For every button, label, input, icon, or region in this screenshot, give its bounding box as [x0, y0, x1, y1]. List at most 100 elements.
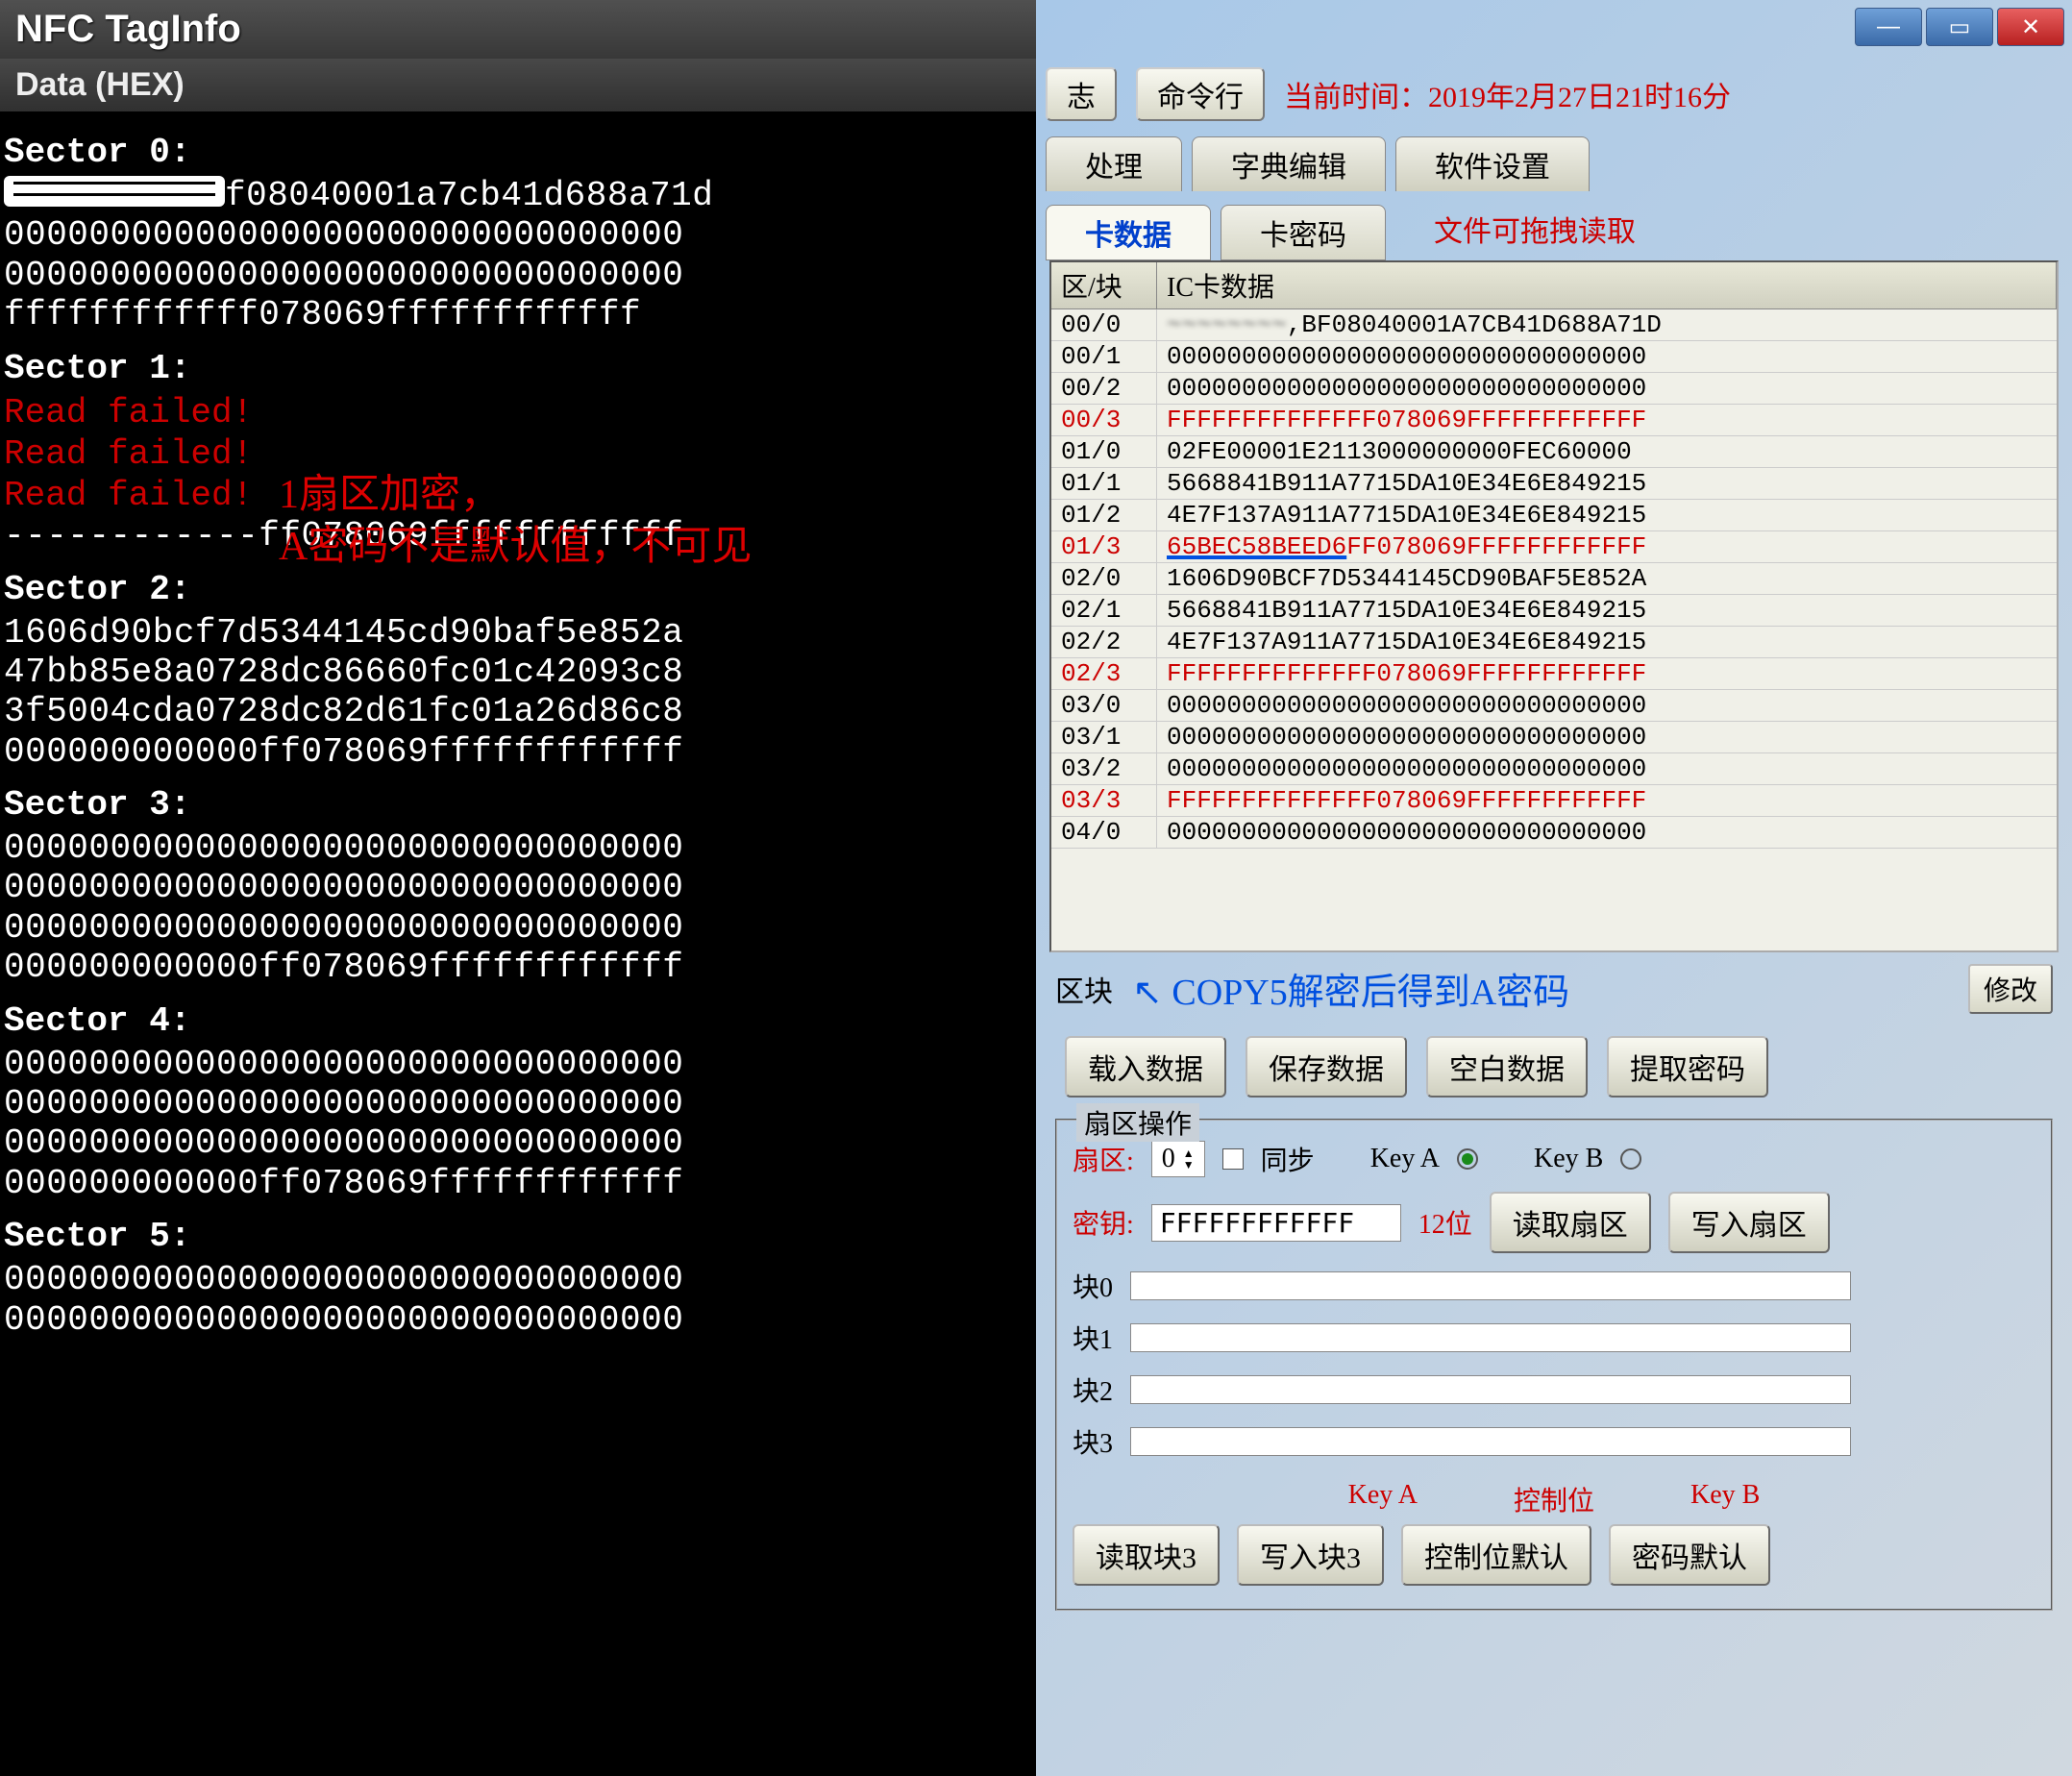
key-input[interactable]: FFFFFFFFFFFF — [1151, 1204, 1401, 1242]
write-block3-button[interactable]: 写入块3 — [1237, 1524, 1384, 1586]
hex-line: ffffffffffff078069ffffffffffff — [4, 295, 1032, 334]
tab-dictionary-edit[interactable]: 字典编辑 — [1192, 136, 1386, 191]
hex-line: 00000000000000000000000000000000 — [4, 1300, 1032, 1340]
extract-password-button[interactable]: 提取密码 — [1607, 1036, 1768, 1098]
sector-label: Sector 5: — [4, 1217, 1032, 1256]
table-row[interactable]: 02/15668841B911A7715DA10E34E6E849215 — [1051, 595, 2057, 627]
save-data-button[interactable]: 保存数据 — [1246, 1036, 1407, 1098]
drag-hint: 文件可拖拽读取 — [1434, 208, 1636, 250]
sector-label: 扇区: — [1073, 1140, 1134, 1178]
keya-sublabel: Key A — [1348, 1480, 1418, 1518]
col-ic-data: IC卡数据 — [1157, 262, 2057, 308]
block-label: 区块 — [1055, 968, 1113, 1010]
sector-operations-group: 扇区操作 扇区: 0 ▲▼ 同步 Key A Key B 密钥: FFFFFFF… — [1055, 1119, 2053, 1611]
table-row[interactable]: 02/3FFFFFFFFFFFFFF078069FFFFFFFFFFFF — [1051, 658, 2057, 690]
tab-process[interactable]: 处理 — [1046, 136, 1182, 191]
modify-button[interactable]: 修改 — [1968, 964, 2053, 1014]
table-row[interactable]: 03/3FFFFFFFFFFFFFF078069FFFFFFFFFFFF — [1051, 785, 2057, 817]
table-row[interactable]: 00/3FFFFFFFFFFFFFF078069FFFFFFFFFFFF — [1051, 405, 2057, 436]
ctrl-default-button[interactable]: 控制位默认 — [1401, 1524, 1591, 1586]
sector-spinner[interactable]: 0 ▲▼ — [1151, 1141, 1205, 1177]
hex-line: 00000000000000000000000000000000 — [4, 908, 1032, 948]
hex-line: 1606d90bcf7d5344145cd90baf5e852a — [4, 613, 1032, 653]
table-row[interactable]: 03/000000000000000000000000000000000 — [1051, 690, 2057, 722]
hex-line: 00000000000000000000000000000000 — [4, 868, 1032, 907]
keyb-sublabel: Key B — [1690, 1480, 1760, 1518]
hex-line: 00000000000000000000000000000000 — [4, 256, 1032, 295]
commandline-button[interactable]: 命令行 — [1136, 67, 1265, 121]
subtab-card-data[interactable]: 卡数据 — [1046, 205, 1211, 260]
card-data-table: 区/块 IC卡数据 00/0~~~~~~~~,BF08040001A7CB41D… — [1049, 260, 2059, 952]
table-row[interactable]: 01/365BEC58BEED6FF078069FFFFFFFFFFFF — [1051, 531, 2057, 563]
nfc-taginfo-panel: NFC TagInfo Data (HEX) Sector 0: f0804000… — [0, 0, 1036, 1776]
key-b-radio[interactable] — [1620, 1148, 1641, 1170]
sync-checkbox[interactable] — [1222, 1148, 1244, 1170]
hex-line: 00000000000000000000000000000000 — [4, 828, 1032, 868]
hex-line: 000000000000ff078069ffffffffffff — [4, 1164, 1032, 1203]
read-sector-button[interactable]: 读取扇区 — [1490, 1192, 1651, 1253]
sync-label: 同步 — [1261, 1140, 1315, 1178]
table-row[interactable]: 00/100000000000000000000000000000000 — [1051, 341, 2057, 373]
data-hex-header: Data (HEX) — [0, 59, 1036, 111]
block0-label: 块0 — [1073, 1267, 1113, 1305]
app-title: NFC TagInfo — [0, 0, 1036, 59]
hex-line: 00000000000000000000000000000000 — [4, 1084, 1032, 1123]
block3-field[interactable] — [1130, 1427, 1851, 1456]
sector-label: Sector 0: — [4, 133, 1032, 172]
table-row[interactable]: 00/0~~~~~~~~,BF08040001A7CB41D688A71D — [1051, 309, 2057, 341]
hex-line: 000000000000ff078069ffffffffffff — [4, 732, 1032, 772]
block3-sublabels: Key A 控制位 Key B — [1073, 1474, 2035, 1524]
col-sector-block: 区/块 — [1051, 262, 1157, 308]
block-row: 区块 ↖ COPY5解密后得到A密码 修改 — [1036, 952, 2072, 1024]
group-title: 扇区操作 — [1076, 1103, 1199, 1142]
block1-field[interactable] — [1130, 1323, 1851, 1352]
table-row[interactable]: 02/24E7F137A911A7715DA10E34E6E849215 — [1051, 627, 2057, 658]
ctrl-sublabel: 控制位 — [1514, 1480, 1594, 1518]
minimize-button[interactable]: — — [1855, 8, 1922, 46]
key-b-label: Key B — [1534, 1144, 1603, 1174]
close-button[interactable]: ✕ — [1997, 8, 2064, 46]
sector-label: Sector 1: — [4, 349, 1032, 388]
key-a-radio[interactable] — [1457, 1148, 1478, 1170]
sector-label: Sector 2: — [4, 570, 1032, 609]
table-row[interactable]: 01/15668841B911A7715DA10E34E6E849215 — [1051, 468, 2057, 500]
hex-line: f08040001a7cb41d688a71d — [4, 176, 1032, 215]
window-controls: — ▭ ✕ — [1784, 0, 2072, 58]
hex-line: Read failed! — [4, 475, 1032, 516]
block2-label: 块2 — [1073, 1370, 1113, 1409]
table-row[interactable]: 01/24E7F137A911A7715DA10E34E6E849215 — [1051, 500, 2057, 531]
table-row[interactable]: 04/000000000000000000000000000000000 — [1051, 817, 2057, 849]
hex-line: 00000000000000000000000000000000 — [4, 1123, 1032, 1163]
blank-data-button[interactable]: 空白数据 — [1426, 1036, 1588, 1098]
annotation-key-a-not-default: A密码不是默认值，不可见 — [279, 513, 752, 572]
block2-field[interactable] — [1130, 1375, 1851, 1404]
sub-tabs: 卡数据 卡密码 文件可拖拽读取 — [1036, 197, 2072, 260]
hex-line: 3f5004cda0728dc82d61fc01a26d86c8 — [4, 692, 1032, 731]
block3-label: 块3 — [1073, 1422, 1113, 1461]
read-block3-button[interactable]: 读取块3 — [1073, 1524, 1220, 1586]
table-row[interactable]: 03/100000000000000000000000000000000 — [1051, 722, 2057, 753]
hex-line: 00000000000000000000000000000000 — [4, 215, 1032, 255]
hex-line: 00000000000000000000000000000000 — [4, 1260, 1032, 1299]
spin-down-icon[interactable]: ▼ — [1183, 1159, 1195, 1171]
password-default-button[interactable]: 密码默认 — [1609, 1524, 1770, 1586]
table-row[interactable]: 03/200000000000000000000000000000000 — [1051, 753, 2057, 785]
write-sector-button[interactable]: 写入扇区 — [1668, 1192, 1830, 1253]
block0-field[interactable] — [1130, 1271, 1851, 1300]
sector-label: Sector 4: — [4, 1001, 1032, 1041]
table-row[interactable]: 00/200000000000000000000000000000000 — [1051, 373, 2057, 405]
log-button[interactable]: 志 — [1046, 67, 1117, 121]
windows-app-panel: — ▭ ✕ 志 命令行 当前时间：2019年2月27日21时16分 处理 字典编… — [1036, 0, 2072, 1776]
table-row[interactable]: 02/01606D90BCF7D5344145CD90BAF5E852A — [1051, 563, 2057, 595]
subtab-card-password[interactable]: 卡密码 — [1221, 205, 1386, 260]
key-a-label: Key A — [1370, 1144, 1440, 1174]
annotation-sector1-encrypted: 1扇区加密， — [279, 461, 501, 520]
hex-line: 00000000000000000000000000000000 — [4, 1045, 1032, 1084]
hex-line: 47bb85e8a0728dc86660fc01c42093c8 — [4, 653, 1032, 692]
maximize-button[interactable]: ▭ — [1926, 8, 1993, 46]
load-data-button[interactable]: 载入数据 — [1065, 1036, 1226, 1098]
tab-software-settings[interactable]: 软件设置 — [1395, 136, 1590, 191]
main-tabs: 处理 字典编辑 软件设置 — [1036, 131, 2072, 197]
table-row[interactable]: 01/002FE00001E2113000000000FEC60000 — [1051, 436, 2057, 468]
data-buttons: 载入数据 保存数据 空白数据 提取密码 — [1036, 1024, 2072, 1109]
